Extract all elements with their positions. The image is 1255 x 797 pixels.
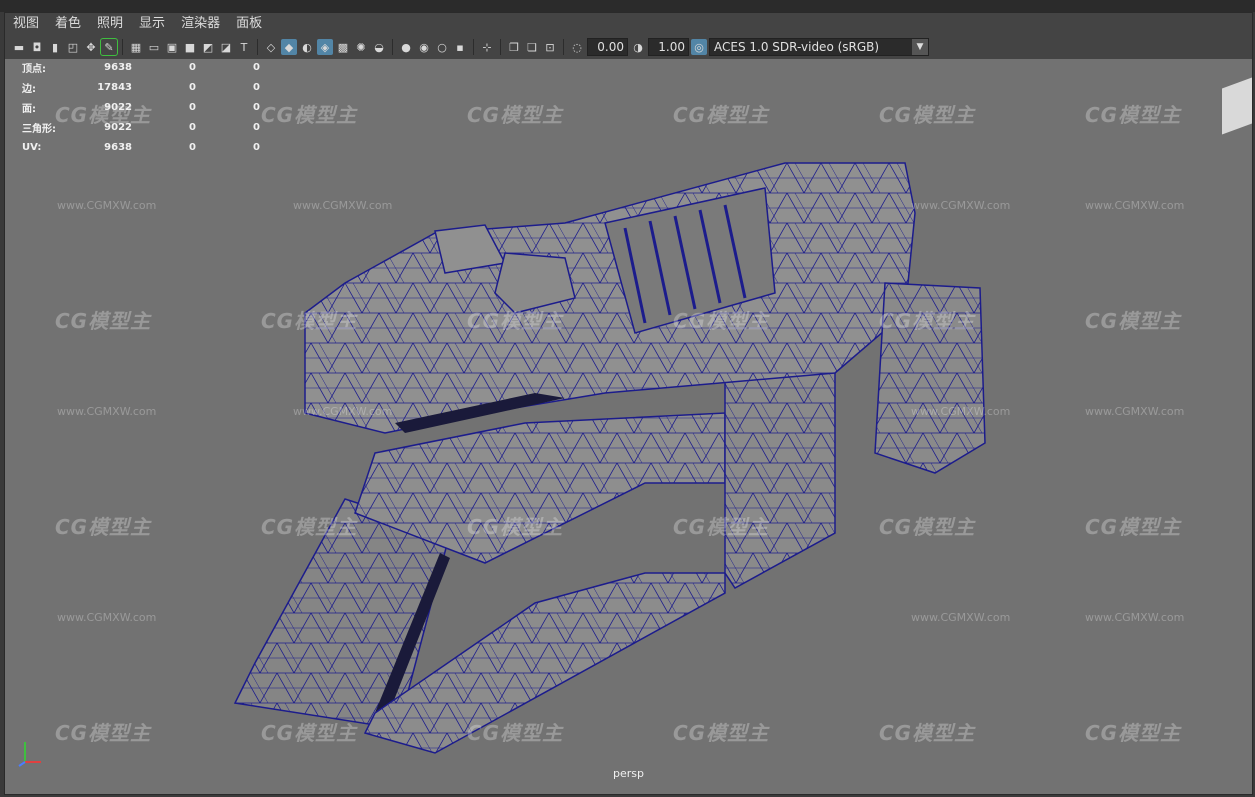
- watermark-url: www.CGMXW.com: [293, 405, 393, 418]
- watermark-url: www.CGMXW.com: [1085, 405, 1185, 418]
- watermark-logo: CG模型主: [261, 103, 358, 127]
- camera-name-label: persp: [613, 767, 644, 780]
- watermark-logo: CG模型主: [673, 721, 770, 745]
- watermark-url: www.CGMXW.com: [57, 199, 157, 212]
- watermark-logo: CG模型主: [467, 103, 564, 127]
- watermark-logo: CG模型主: [879, 309, 976, 333]
- watermark-logo: CG模型主: [1085, 515, 1182, 539]
- watermark-logo: CG模型主: [879, 103, 976, 127]
- watermark-logo: CG模型主: [879, 721, 976, 745]
- window-top-strip: [0, 0, 1255, 12]
- watermark-logo: CG模型主: [55, 103, 152, 127]
- watermark-url: www.CGMXW.com: [911, 611, 1011, 624]
- watermark-logo: CG模型主: [467, 721, 564, 745]
- watermark-logo: CG模型主: [261, 721, 358, 745]
- watermark-url: www.CGMXW.com: [911, 199, 1011, 212]
- watermark-url: www.CGMXW.com: [57, 611, 157, 624]
- watermark-url: www.CGMXW.com: [293, 199, 393, 212]
- watermark-logo: CG模型主: [55, 515, 152, 539]
- watermark-logo: CG模型主: [55, 721, 152, 745]
- watermark-logo: CG模型主: [673, 309, 770, 333]
- gun-model-mesh[interactable]: [5, 13, 1252, 794]
- watermark-logo: CG模型主: [673, 515, 770, 539]
- watermark-logo: CG模型主: [467, 309, 564, 333]
- watermark-url: www.CGMXW.com: [57, 405, 157, 418]
- watermark-url: www.CGMXW.com: [1085, 199, 1185, 212]
- watermark-logo: CG模型主: [673, 103, 770, 127]
- watermark-logo: CG模型主: [55, 309, 152, 333]
- watermark-url: www.CGMXW.com: [911, 405, 1011, 418]
- watermark-logo: CG模型主: [1085, 721, 1182, 745]
- axis-gizmo: [18, 742, 41, 767]
- watermark-logo: CG模型主: [1085, 103, 1182, 127]
- watermark-logo: CG模型主: [261, 309, 358, 333]
- watermark-logo: CG模型主: [261, 515, 358, 539]
- watermark-logo: CG模型主: [1085, 309, 1182, 333]
- watermark-url: www.CGMXW.com: [1085, 611, 1185, 624]
- watermark-logo: CG模型主: [467, 515, 564, 539]
- watermark-logo: CG模型主: [879, 515, 976, 539]
- viewport-panel[interactable]: 视图 着色 照明 显示 渲染器 面板 ▬ ◘ ▮ ◰ ✥ ✎ ▦ ▭ ▣ ■ ◩…: [4, 12, 1253, 795]
